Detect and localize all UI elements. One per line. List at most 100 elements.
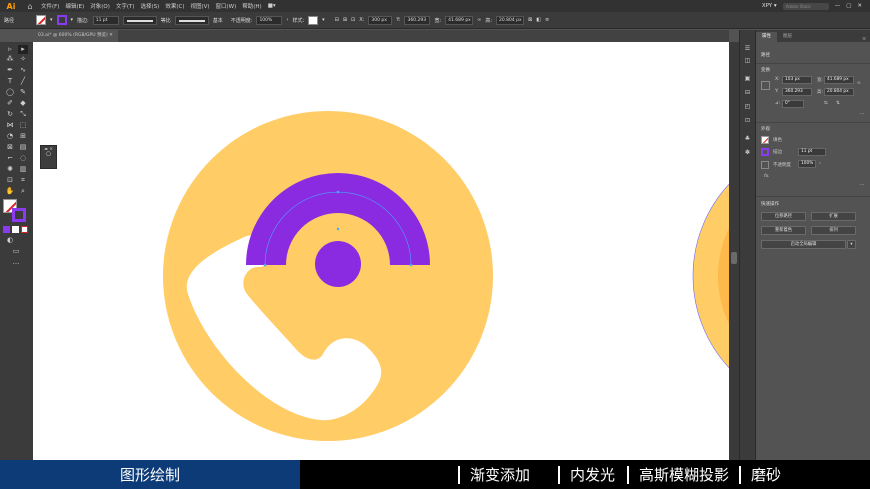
arrange-documents-button[interactable]: ■▾ [265,3,279,9]
free-transform-icon[interactable]: ⬚ [18,121,28,130]
floating-tool-palette[interactable]: ◂▸ ✕ ⎔ [40,145,57,169]
close-icon[interactable]: ✕ [857,3,862,9]
chevron-down-icon[interactable]: ▾ [71,17,74,23]
stroke-label[interactable]: 描边: [77,17,89,24]
color-mode-icon[interactable] [3,226,10,233]
eyedropper-icon[interactable]: ⌐ [5,154,15,163]
hand-tool-icon[interactable]: ✋ [5,187,15,196]
mesh-tool-icon[interactable]: ⊠ [5,143,15,152]
purple-dot[interactable] [315,241,361,287]
ellipse-tool-icon[interactable]: ◯ [5,88,15,97]
tab-layers[interactable]: 图层 [777,32,798,42]
artboard[interactable] [33,42,729,460]
opacity-label[interactable]: 不透明度: [231,17,253,24]
link-proportions-icon[interactable]: ∞ [857,81,861,86]
flip-vertical-icon[interactable]: ⇅ [836,101,840,106]
angle-field[interactable]: 0° [782,100,804,108]
line-tool-icon[interactable]: ╱ [18,77,28,86]
brush-definition[interactable] [174,15,209,25]
layers-icon[interactable]: ◫ [743,56,752,65]
menu-view[interactable]: 视图(V) [187,2,212,10]
chevron-right-icon[interactable]: › [286,17,288,23]
slice-tool-icon[interactable]: ⌗ [18,176,28,185]
rotate-tool-icon[interactable]: ↻ [5,110,15,119]
properties-icon[interactable]: ☰ [743,44,752,53]
stroke-weight-field[interactable]: 11 pt [798,148,826,156]
scroll-thumb[interactable] [731,252,737,264]
eraser-icon[interactable]: ◆ [18,99,28,108]
stroke-weight-field[interactable]: 11 pt [92,15,119,25]
menu-icon[interactable]: ≡ [545,17,549,23]
expand-button[interactable]: 扩展 [811,212,856,221]
graph-tool-icon[interactable]: ▥ [18,165,28,174]
chevron-right-icon[interactable]: › [819,161,821,166]
vertical-scrollbar[interactable] [729,42,739,460]
menu-effect[interactable]: 效果(C) [162,2,187,10]
shaper-tool-icon[interactable]: ✐ [5,99,15,108]
perspective-grid-icon[interactable]: ⊞ [18,132,28,141]
width-tool-icon[interactable]: ⋈ [5,121,15,130]
symbols-icon[interactable]: ✽ [743,148,752,157]
lasso-icon[interactable]: ✧ [18,55,28,64]
fill-stroke-swatch[interactable] [3,199,29,223]
width-field[interactable]: 41.689 px [824,76,854,84]
link-icon[interactable]: ∞ [477,17,481,23]
shape-builder-icon[interactable]: ◔ [5,132,15,141]
global-edit-button[interactable]: 启动全局编辑 [761,240,846,249]
selection-tool-icon[interactable]: ▹ [5,45,15,54]
more-options-icon[interactable]: ··· [860,112,864,117]
menu-object[interactable]: 对象(O) [87,2,113,10]
menu-window[interactable]: 窗口(W) [213,2,240,10]
height-field[interactable]: 20.804 px [824,88,854,96]
transform-icon[interactable]: ⊠ [528,17,532,23]
gradient-tool-icon[interactable]: ▤ [18,143,28,152]
direct-selection-tool-icon[interactable]: ▸ [18,45,28,54]
scale-tool-icon[interactable]: ⤡ [18,110,28,119]
libraries-icon[interactable]: ▣ [743,74,752,83]
menu-file[interactable]: 文件(F) [38,2,62,10]
fill-swatch[interactable] [761,136,769,144]
magic-wand-icon[interactable]: ⁂ [5,55,15,64]
pen-tool-icon[interactable]: ✒ [5,66,15,75]
align-panel-icon[interactable]: ⊟ [743,88,752,97]
stock-search-input[interactable]: Adobe Stock [782,2,829,10]
stroke-swatch[interactable] [761,148,769,156]
blend-tool-icon[interactable]: ◌ [18,154,28,163]
panel-menu-icon[interactable]: ≡ [862,37,870,42]
align-icon[interactable]: ⊟ [335,17,339,23]
y-field[interactable]: 360.293 [404,15,431,25]
palette-tool-icon[interactable]: ⎔ [41,151,56,158]
more-tools-icon[interactable]: ··· [11,260,21,269]
chevron-down-icon[interactable]: ▾ [322,17,325,23]
align-center-icon[interactable]: ⊞ [343,17,347,23]
gradient-mode-icon[interactable] [12,226,19,233]
x-field[interactable]: 300 px [368,15,393,25]
isolate-icon[interactable]: ◧ [536,17,541,23]
document-tab[interactable]: 03.ai* @ 600% (RGB/GPU 预览) ✕ [33,30,118,42]
curvature-tool-icon[interactable]: ∿ [18,66,28,75]
style-swatch[interactable] [308,15,319,25]
minimize-icon[interactable]: — [835,3,841,9]
chevron-down-icon[interactable]: ▾ [50,17,53,23]
fill-swatch[interactable] [36,15,46,25]
stroke-color-swatch[interactable] [12,208,26,222]
recolor-button[interactable]: 重新着色 [761,226,806,235]
height-field[interactable]: 20.804 px [496,15,524,25]
y-field[interactable]: 360.293 [782,88,812,96]
pathfinder-icon[interactable]: ◰ [743,102,752,111]
menu-edit[interactable]: 编辑(E) [62,2,87,10]
reference-point-icon[interactable] [761,81,770,90]
screen-mode-icon[interactable]: ▭ [11,247,21,256]
menu-help[interactable]: 帮助(H) [239,2,264,10]
fx-button[interactable]: fx. [764,174,770,179]
symbol-sprayer-icon[interactable]: ✺ [5,165,15,174]
stroke-swatch[interactable] [56,15,67,25]
artboard-tool-icon[interactable]: ⊡ [5,176,15,185]
home-icon[interactable]: ⌂ [22,2,38,11]
draw-mode-icon[interactable]: ◐ [5,236,15,245]
more-options-icon[interactable]: ··· [860,183,864,188]
zoom-tool-icon[interactable]: ⌕ [18,187,28,196]
brushes-icon[interactable]: ♣ [743,134,752,143]
opacity-field[interactable]: 100% [798,160,816,168]
flip-horizontal-icon[interactable]: ⇆ [824,101,828,106]
